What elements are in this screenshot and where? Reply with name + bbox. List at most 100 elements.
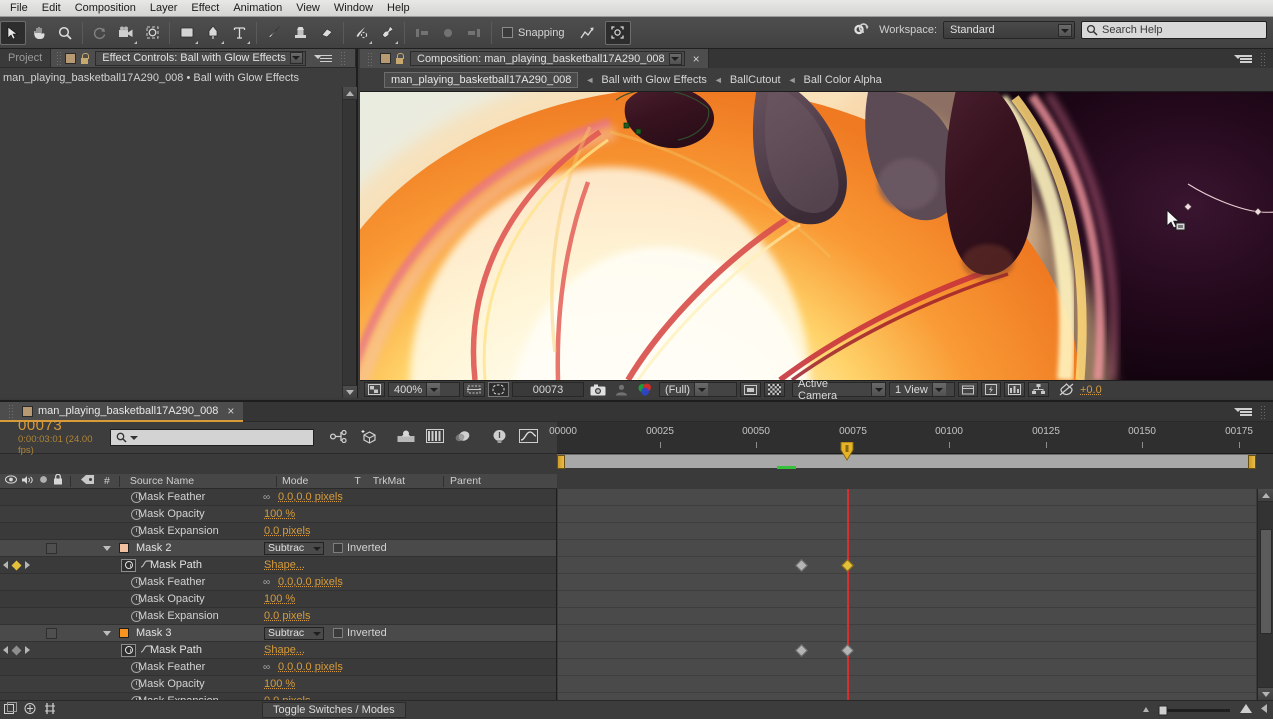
mask-color-swatch[interactable] (119, 543, 129, 553)
timeline-search-input[interactable] (110, 429, 314, 446)
timeline-panel-menu-icon[interactable] (1237, 406, 1252, 417)
timeline-track-row[interactable] (558, 506, 1256, 523)
property-value[interactable]: 0.0 pixels (264, 525, 310, 537)
comp-flowchart-icon[interactable] (1028, 382, 1049, 397)
t-header[interactable]: T (354, 475, 360, 487)
menu-item-help[interactable]: Help (380, 0, 417, 16)
toggle-transparency-icon[interactable] (764, 382, 785, 397)
add-keyframe-icon[interactable] (12, 645, 22, 655)
property-row[interactable]: Mask Expansion 0.0 pixels (0, 523, 556, 540)
timeline-collapse-arrow-icon[interactable] (1260, 703, 1270, 717)
resolution-select[interactable]: (Full) (659, 382, 737, 397)
timeline-track-row[interactable] (558, 693, 1256, 700)
scroll-down-arrow-icon[interactable] (343, 385, 357, 398)
comp-flowchart-footer-icon[interactable] (4, 702, 18, 718)
exposure-reset-icon[interactable] (1056, 382, 1077, 397)
keyframe-navigator[interactable] (3, 646, 30, 654)
composition-viewer[interactable] (360, 92, 1273, 380)
brainstorm-icon[interactable] (491, 429, 508, 447)
show-snapshot-icon[interactable] (612, 382, 631, 397)
property-row[interactable]: Mask Feather ∞ 0.0,0.0 pixels (0, 489, 556, 506)
timeline-track-row[interactable] (558, 574, 1256, 591)
enable-frame-blending-icon[interactable] (426, 429, 444, 446)
mask-mode-select[interactable]: Subtrac (264, 542, 324, 555)
timeline-ruler[interactable]: 00000 00025 00050 00075 00100 00125 0015… (557, 422, 1273, 454)
work-area-start-handle[interactable] (557, 455, 565, 469)
breadcrumb-item-1[interactable]: Ball with Glow Effects (601, 74, 707, 86)
menu-item-animation[interactable]: Animation (226, 0, 289, 16)
property-value[interactable]: 0.0,0.0 pixels (278, 661, 343, 673)
lock-switch-icon[interactable] (53, 474, 63, 488)
property-value[interactable]: 0.0 pixels (264, 610, 310, 622)
eraser-tool-icon[interactable] (313, 21, 339, 45)
composition-mini-flowchart-icon[interactable] (330, 430, 350, 446)
link-dimensions-icon[interactable]: ∞ (263, 577, 269, 588)
link-dimensions-icon[interactable]: ∞ (263, 662, 269, 673)
property-row[interactable]: Mask Opacity 100 % (0, 676, 556, 693)
snap-arrow-icon[interactable] (574, 21, 600, 45)
puppet-pin-tool-icon[interactable] (374, 21, 400, 45)
toggle-mask-visibility-icon[interactable] (488, 382, 509, 397)
property-row[interactable]: Mask Expansion 0.0 pixels (0, 693, 556, 700)
previous-keyframe-icon[interactable] (3, 646, 8, 654)
search-help-input[interactable]: Search Help (1081, 21, 1267, 39)
graph-editor-icon[interactable] (519, 429, 538, 446)
toggle-transparency-grid-icon[interactable] (364, 382, 385, 397)
stopwatch-enabled-icon[interactable] (121, 644, 136, 657)
composition-title[interactable]: Composition: man_playing_basketball17A29… (410, 51, 685, 66)
timeline-track-row[interactable] (558, 642, 1256, 659)
chevron-down-icon[interactable] (290, 52, 303, 64)
audio-switch-icon[interactable] (21, 475, 34, 488)
disclosure-triangle-icon[interactable] (103, 631, 111, 636)
region-of-interest-icon[interactable] (740, 382, 761, 397)
selection-tool-icon[interactable] (0, 21, 26, 45)
keyframe-marker-current[interactable] (841, 644, 854, 657)
snapping-checkbox[interactable] (502, 27, 513, 38)
video-switch-icon[interactable] (5, 475, 17, 487)
mask-inverted-checkbox[interactable] (333, 543, 343, 553)
timeline-track-row[interactable] (558, 608, 1256, 625)
expand-collapse-icon[interactable] (24, 702, 38, 718)
property-row[interactable]: Mask Opacity 100 % (0, 591, 556, 608)
mask-inverted-checkbox[interactable] (333, 628, 343, 638)
mask-group-row[interactable]: Mask 3 Subtrac Inverted (0, 625, 556, 642)
hide-shy-layers-icon[interactable] (397, 429, 415, 446)
handles-toggle-icon[interactable] (605, 21, 631, 45)
mask-path-row[interactable]: Mask Path Shape... (0, 557, 556, 574)
pixel-aspect-correction-icon[interactable] (958, 382, 978, 397)
work-area-end-handle[interactable] (1248, 455, 1256, 469)
timeline-track-row[interactable] (558, 625, 1256, 642)
property-value[interactable]: Shape... (264, 644, 305, 656)
chevron-down-icon[interactable] (669, 53, 682, 65)
layer-switch-box[interactable] (46, 628, 57, 639)
menu-item-edit[interactable]: Edit (35, 0, 68, 16)
type-tool-icon[interactable] (226, 21, 252, 45)
pan-behind-tool-icon[interactable] (139, 21, 165, 45)
stopwatch-enabled-icon[interactable] (121, 559, 136, 572)
property-value[interactable]: 100 % (264, 678, 295, 690)
trkmat-header[interactable]: TrkMat (373, 475, 405, 487)
menu-item-layer[interactable]: Layer (143, 0, 185, 16)
timeline-grip-right-icon[interactable] (1260, 405, 1266, 419)
brush-tool-icon[interactable] (261, 21, 287, 45)
mask-group-row[interactable]: Mask 2 Subtrac Inverted (0, 540, 556, 557)
playhead-marker[interactable] (840, 442, 853, 460)
lock-icon[interactable] (80, 53, 89, 64)
enable-motion-blur-icon[interactable] (455, 429, 472, 446)
chevron-down-icon[interactable] (130, 436, 138, 440)
source-name-header[interactable]: Source Name (130, 475, 194, 487)
menu-item-file[interactable]: File (3, 0, 35, 16)
timeline-track-row[interactable] (558, 540, 1256, 557)
zoom-out-timeline-icon[interactable] (1140, 704, 1152, 716)
mask-path-row[interactable]: Mask Path Shape... (0, 642, 556, 659)
next-keyframe-icon[interactable] (25, 561, 30, 569)
clone-stamp-tool-icon[interactable] (287, 21, 313, 45)
keyframe-marker-current[interactable] (841, 559, 854, 572)
timeline-track-row[interactable] (558, 659, 1256, 676)
align-left-icon[interactable] (409, 21, 435, 45)
toggle-switches-modes-button[interactable]: Toggle Switches / Modes (262, 702, 406, 718)
timeline-graph-area[interactable] (558, 489, 1256, 700)
pen-tool-icon[interactable] (200, 21, 226, 45)
timecode-display[interactable]: 00073 0:00:03:01 (24.00 fps) (0, 422, 110, 454)
label-color-icon[interactable] (80, 474, 95, 488)
